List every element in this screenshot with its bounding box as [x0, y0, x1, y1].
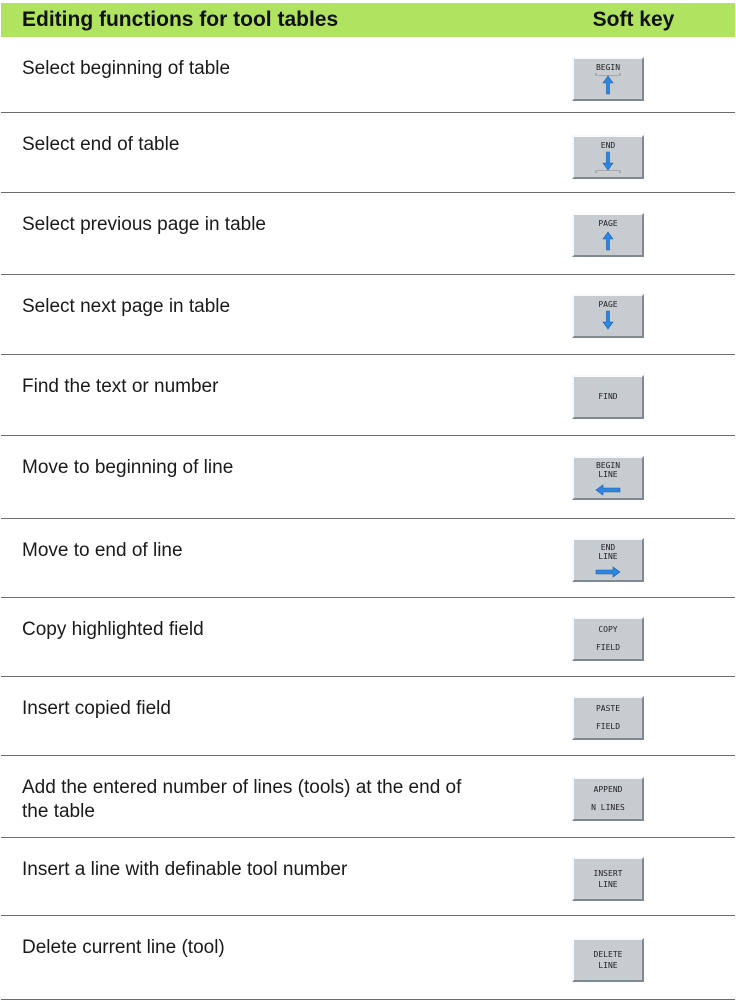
arrow-up-bar-top-icon: [595, 73, 621, 95]
table-row: Add the entered number of lines (tools) …: [1, 756, 735, 838]
arrow-down-icon: [602, 310, 614, 330]
function-description: Copy highlighted field: [22, 619, 204, 640]
table-body: Select beginning of table BEGIN Select end…: [1, 37, 735, 1000]
softkey-label: END: [600, 141, 616, 150]
softkey-label: DELETE: [593, 950, 623, 959]
softkey-delete-line[interactable]: DELETE LINE: [572, 938, 644, 982]
softkey-copy-field[interactable]: COPY FIELD: [572, 617, 644, 661]
editing-functions-table: Editing functions for tool tables Soft k…: [1, 3, 735, 1000]
softkey-begin-line[interactable]: BEGIN LINE: [572, 456, 644, 500]
softkey-label: FIELD: [595, 722, 621, 731]
softkey-begin[interactable]: BEGIN: [572, 57, 644, 101]
softkey-label: END: [600, 543, 616, 552]
softkey-label: INSERT: [593, 869, 623, 878]
arrow-up-icon: [602, 231, 614, 251]
function-description: Select end of table: [22, 134, 180, 155]
function-description: Insert a line with definable tool number: [22, 859, 348, 880]
table-row: Move to beginning of line BEGIN LINE: [1, 436, 735, 519]
function-description: Select next page in table: [22, 296, 231, 317]
table-row: Move to end of line END LINE: [1, 519, 735, 598]
softkey-label: BEGIN: [595, 63, 621, 72]
softkey-label: N LINES: [591, 803, 625, 812]
function-description: Delete current line (tool): [22, 937, 225, 958]
table-header: Editing functions for tool tables Soft k…: [1, 3, 735, 37]
softkey-paste-field[interactable]: PASTE FIELD: [572, 696, 644, 740]
softkey-end-line[interactable]: END LINE: [572, 538, 644, 582]
function-description: Move to end of line: [22, 540, 183, 561]
softkey-label: BEGIN: [595, 461, 621, 470]
header-softkey: Soft key: [592, 8, 675, 31]
softkey-label: PAGE: [598, 300, 618, 309]
softkey-end[interactable]: END: [572, 135, 644, 179]
header-functions: Editing functions for tool tables: [22, 8, 339, 31]
function-description: Select beginning of table: [22, 58, 231, 79]
function-description: Add the entered number of lines (tools) …: [22, 777, 462, 822]
table-row: Insert copied field PASTE FIELD: [1, 677, 735, 756]
table-row: Find the text or number FIND: [1, 355, 735, 436]
table-row: Insert a line with definable tool number…: [1, 838, 735, 916]
softkey-page[interactable]: PAGE: [572, 294, 644, 338]
function-description: Select previous page in table: [22, 214, 266, 235]
table-row: Delete current line (tool) DELETE LINE: [1, 916, 735, 1000]
arrow-down-bar-bottom-icon: [595, 151, 621, 173]
table-row: Copy highlighted field COPY FIELD: [1, 598, 735, 677]
table-row: Select beginning of table BEGIN: [1, 37, 735, 113]
function-description: Find the text or number: [22, 376, 219, 397]
table-row: Select next page in table PAGE: [1, 275, 735, 355]
softkey-append-n-lines[interactable]: APPEND N LINES: [572, 777, 644, 821]
table-row: Select previous page in table PAGE: [1, 193, 735, 275]
softkey-label: APPEND: [593, 785, 623, 794]
function-description: Move to beginning of line: [22, 457, 234, 478]
softkey-insert-line[interactable]: INSERT LINE: [572, 857, 644, 901]
softkey-page[interactable]: PAGE: [572, 213, 644, 257]
softkey-find[interactable]: FIND: [572, 375, 644, 419]
function-description: Insert copied field: [22, 698, 171, 719]
table-row: Select end of table END: [1, 113, 735, 193]
softkey-label: FIND: [598, 392, 618, 401]
softkey-label: PASTE: [595, 704, 621, 713]
arrow-right-icon: [595, 566, 621, 578]
softkey-label: COPY: [598, 625, 618, 634]
softkey-label: PAGE: [598, 219, 618, 228]
softkey-label: LINE: [598, 880, 618, 889]
arrow-left-icon: [595, 484, 621, 496]
softkey-label: FIELD: [595, 643, 621, 652]
softkey-label: LINE: [598, 961, 618, 970]
